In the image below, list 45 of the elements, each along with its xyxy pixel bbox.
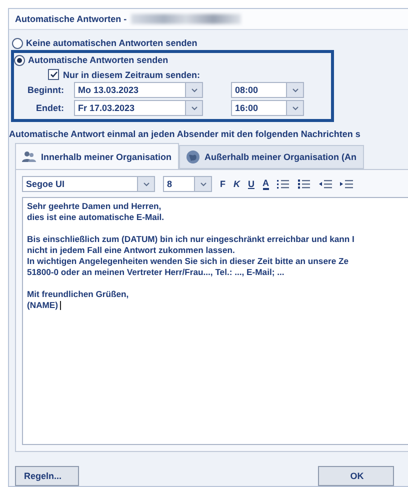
globe-icon — [186, 150, 200, 164]
checkbox[interactable] — [48, 69, 59, 80]
message-line: 51800-0 oder an meinen Vertreter Herr/Frau..., Tel.: ..., E-Mail; ... — [27, 267, 286, 278]
message-line: dies ist eine automatische E-Mail. — [27, 212, 166, 223]
radio-option[interactable]: Automatische Antworten senden — [14, 53, 331, 67]
font-dropdown[interactable]: Segoe UI — [22, 176, 155, 192]
bold-button[interactable]: F — [220, 179, 226, 189]
window-title: Automatische Antworten - — [15, 14, 127, 24]
outdent-list-icon[interactable] — [319, 179, 332, 189]
text-cursor — [60, 301, 62, 310]
message-line: Sehr geehrte Damen und Herren, — [27, 201, 162, 212]
chevron-icon — [292, 88, 298, 92]
info-text: Automatische Antwort einmal an jeden Absender mit den folgenden Nachrichten s — [9, 129, 362, 139]
underline-button[interactable]: U — [248, 179, 254, 189]
radio-icon[interactable] — [12, 38, 23, 48]
chevron-icon — [190, 106, 198, 110]
rules-button[interactable]: Regeln... — [15, 466, 79, 486]
ok-button[interactable]: OK — [318, 466, 394, 486]
tab[interactable]: Außerhalb meiner Organisation (An — [178, 145, 364, 169]
italic-button[interactable]: K — [234, 179, 240, 189]
chevron-icon — [142, 182, 150, 186]
radio-option[interactable]: Keine automatischen Antworten senden — [12, 36, 408, 50]
time-dropdown[interactable]: 08:00 — [231, 82, 304, 98]
radio-icon[interactable] — [14, 54, 25, 66]
color-button[interactable]: A — [262, 178, 269, 190]
people-icon — [22, 150, 36, 162]
chevron-icon — [200, 182, 206, 186]
message-line: Bis einschließlich zum (DATUM) bin ich nur eingeschränkt erreichbar und kann I — [27, 234, 356, 245]
chevron-icon — [292, 106, 298, 110]
bullets-list-icon[interactable] — [277, 179, 290, 189]
tab[interactable]: Innerhalb meiner Organisation — [15, 143, 179, 169]
date-dropdown[interactable]: Mo 13.03.2023 — [74, 82, 203, 98]
date-dropdown[interactable]: Fr 17.03.2023 — [74, 100, 203, 116]
checkbox-label[interactable]: Nur in diesem Zeitraum senden: — [63, 70, 200, 80]
chevron-icon — [190, 88, 198, 92]
time-dropdown[interactable]: 16:00 — [231, 100, 304, 116]
message-line: In wichtigen Angelegenheiten wenden Sie sich in dieser Zeit bitte an unsere Ze — [27, 256, 350, 267]
message-line: nicht in jedem Fall eine Antwort zukommen lassen. — [27, 245, 236, 256]
message-line: Mit freundlichen Grüßen, — [27, 289, 130, 300]
indent-list-icon[interactable] — [340, 179, 353, 189]
field-label: Endet: — [35, 103, 64, 113]
field-label: Beginnt: — [26, 85, 64, 95]
size-dropdown[interactable]: 8 — [163, 176, 212, 192]
numbers-list-icon[interactable] — [298, 179, 311, 189]
message-line: (NAME) — [27, 300, 404, 311]
